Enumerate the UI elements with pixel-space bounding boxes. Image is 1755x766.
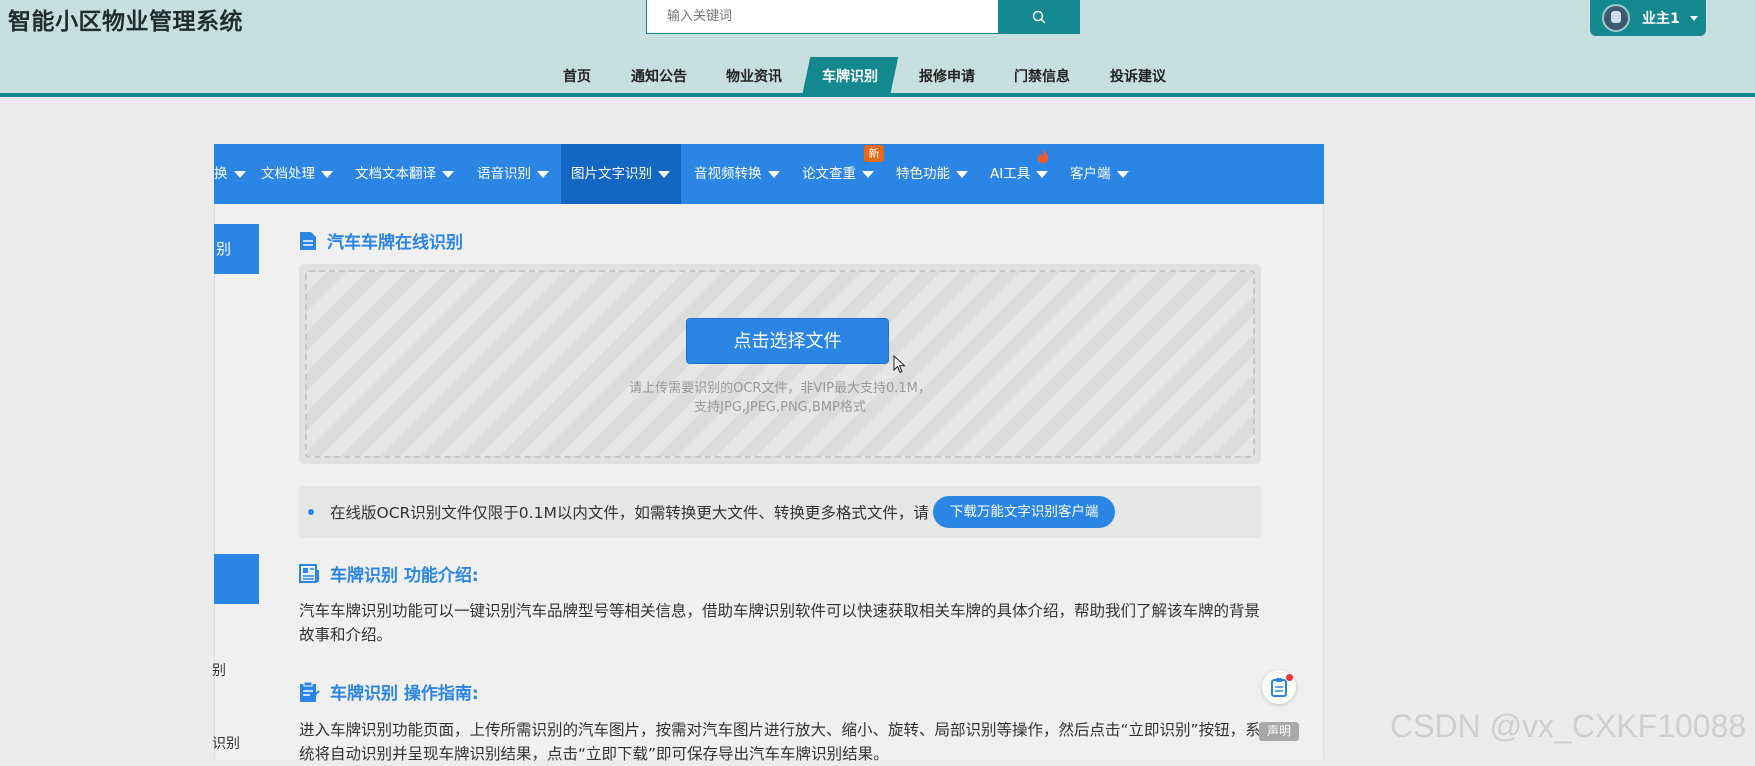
user-name: 业主1 (1642, 11, 1680, 27)
nav-plate-recognition[interactable]: 车牌识别 (801, 57, 899, 97)
search-button[interactable] (998, 0, 1079, 33)
document-icon (300, 231, 316, 250)
menu-item-image-ocr[interactable]: 图片文字识别 (561, 144, 681, 204)
chevron-down-icon (956, 170, 968, 178)
top-header: 智能小区物业管理系统 业主1 首页 通知公告 物业资讯 车牌识别 报修申请 门禁… (0, 0, 1755, 97)
search-icon (1032, 10, 1046, 24)
sidebar-block-top[interactable]: 别 (214, 224, 259, 274)
chevron-down-icon (1036, 170, 1049, 178)
download-client-button[interactable]: 下载万能文字识别客户端 (932, 496, 1116, 528)
news-icon (299, 564, 319, 583)
user-menu[interactable]: 业主1 (1590, 0, 1706, 36)
choose-file-button[interactable]: 点击选择文件 (686, 318, 889, 364)
upload-dropzone[interactable]: 点击选择文件 请上传需要识别的OCR文件，非VIP最大支持0.1M， 支持JPG… (299, 264, 1261, 464)
chevron-down-icon (442, 170, 454, 178)
declaration-button[interactable]: 声明 (1259, 722, 1299, 741)
chevron-down-icon (537, 170, 549, 178)
watermark: CSDN @vx_CXKF10088 (1390, 708, 1747, 744)
nav-access[interactable]: 门禁信息 (1008, 57, 1076, 97)
section-title-upload: 汽车车牌在线识别 (299, 228, 463, 253)
main-nav: 首页 通知公告 物业资讯 车牌识别 报修申请 门禁信息 投诉建议 (0, 57, 1755, 97)
menu-item-features[interactable]: 特色功能 (896, 144, 976, 204)
search-input[interactable] (647, 0, 998, 33)
chevron-down-icon (1689, 15, 1698, 21)
sidebar-item-2[interactable]: 识别 (212, 733, 240, 753)
notification-dot (1286, 674, 1293, 681)
nav-notices[interactable]: 通知公告 (625, 57, 693, 97)
section-title-intro: 车牌识别 功能介绍: (299, 561, 479, 586)
sidebar-item-1[interactable]: 别 (212, 660, 226, 680)
nav-news[interactable]: 物业资讯 (720, 57, 788, 97)
mouse-cursor-icon (893, 355, 906, 374)
app-title: 智能小区物业管理系统 (8, 9, 243, 35)
menu-item-convert[interactable]: 换 (214, 144, 248, 204)
sidebar-block-mid[interactable] (214, 554, 259, 604)
chevron-down-icon (233, 170, 246, 178)
chevron-down-icon (321, 170, 333, 178)
fire-icon (1037, 149, 1049, 163)
tool-menubar: 换 文档处理 文档文本翻译 语音识别 图片文字识别 音视频转换 论文查重 特色功… (214, 144, 1324, 204)
nav-complaints[interactable]: 投诉建议 (1104, 57, 1172, 97)
menu-item-client[interactable]: 客户端 (1070, 144, 1136, 204)
search-bar (646, 0, 1080, 34)
clipboard-icon (300, 681, 320, 702)
menu-item-av[interactable]: 音视频转换 (694, 144, 792, 204)
nav-repair[interactable]: 报修申请 (913, 57, 981, 97)
chevron-down-icon (658, 170, 670, 178)
chevron-down-icon (767, 170, 780, 178)
nav-home[interactable]: 首页 (553, 57, 601, 97)
notice-text: 在线版OCR识别文件仅限于0.1M以内文件，如需转换更大文件、转换更多格式文件，… (330, 504, 929, 522)
chevron-down-icon (862, 170, 874, 178)
menu-item-translate[interactable]: 文档文本翻译 (355, 144, 467, 204)
menu-item-speech[interactable]: 语音识别 (477, 144, 563, 204)
avatar (1602, 4, 1630, 32)
chevron-down-icon (1116, 170, 1129, 178)
new-badge: 新 (864, 145, 884, 162)
limit-notice: 在线版OCR识别文件仅限于0.1M以内文件，如需转换更大文件、转换更多格式文件，… (299, 486, 1261, 538)
bullet-icon (308, 509, 314, 515)
intro-text: 汽车车牌识别功能可以一键识别汽车品牌型号等相关信息，借助车牌识别软件可以快速获取… (299, 602, 1261, 644)
menu-item-doc[interactable]: 文档处理 (261, 144, 347, 204)
clipboard-icon (1271, 678, 1287, 697)
section-title-guide: 车牌识别 操作指南: (299, 679, 479, 704)
upload-hint: 请上传需要识别的OCR文件，非VIP最大支持0.1M， 支持JPG,JPEG,P… (629, 381, 931, 415)
